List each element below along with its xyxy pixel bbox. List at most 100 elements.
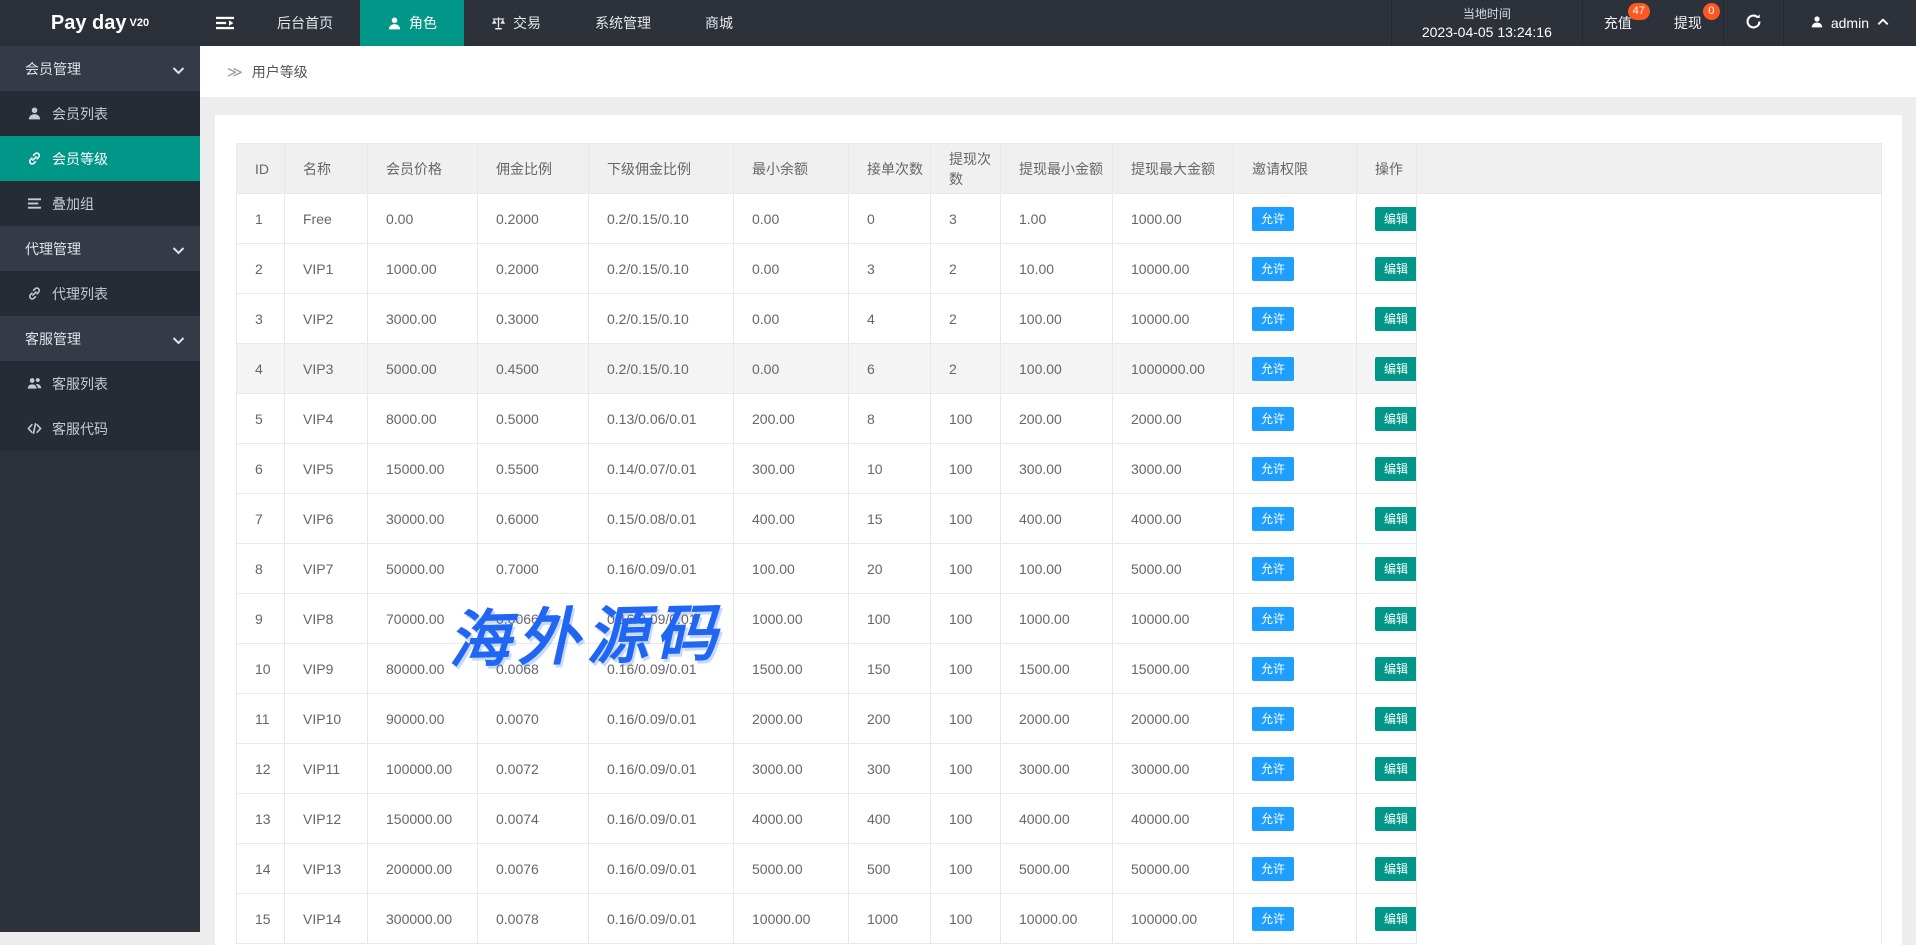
- cell-order-count: 4: [849, 294, 931, 344]
- allow-button[interactable]: 允许: [1252, 657, 1294, 681]
- cell-filler: [1417, 494, 1882, 544]
- cell-filler: [1417, 594, 1882, 644]
- cell-name: Free: [285, 194, 368, 244]
- sidebar-item-6[interactable]: 代理列表: [0, 271, 200, 316]
- cell-withdraw-max: 10000.00: [1113, 294, 1234, 344]
- edit-button[interactable]: 编辑: [1375, 257, 1417, 281]
- column-header-order-count: 接单次数: [849, 144, 931, 194]
- breadcrumb-chevron-icon: ≫: [227, 63, 243, 81]
- allow-button[interactable]: 允许: [1252, 807, 1294, 831]
- recharge-button[interactable]: 充值 47: [1583, 0, 1653, 46]
- menu-item-5[interactable]: 商城: [678, 0, 760, 46]
- edit-button[interactable]: 编辑: [1375, 357, 1417, 381]
- edit-button[interactable]: 编辑: [1375, 857, 1417, 881]
- sidebar-item-8[interactable]: 客服列表: [0, 361, 200, 406]
- cell-withdraw-max: 10000.00: [1113, 244, 1234, 294]
- sidebar-item-label: 叠加组: [52, 194, 94, 214]
- app-version: V20: [130, 17, 150, 29]
- cell-withdraw-max: 1000000.00: [1113, 344, 1234, 394]
- allow-button[interactable]: 允许: [1252, 857, 1294, 881]
- cell-withdraw-max: 40000.00: [1113, 794, 1234, 844]
- edit-button[interactable]: 编辑: [1375, 657, 1417, 681]
- sidebar-item-label: 客服代码: [52, 419, 108, 439]
- withdraw-button[interactable]: 提现 0: [1653, 0, 1723, 46]
- sidebar-item-label: 会员列表: [52, 104, 108, 124]
- edit-button[interactable]: 编辑: [1375, 807, 1417, 831]
- column-header-invite: 邀请权限: [1234, 144, 1357, 194]
- menu-item-1[interactable]: 后台首页: [250, 0, 360, 46]
- allow-button[interactable]: 允许: [1252, 307, 1294, 331]
- edit-button[interactable]: 编辑: [1375, 457, 1417, 481]
- cell-id: 9: [237, 594, 285, 644]
- cell-order-count: 0: [849, 194, 931, 244]
- cell-action: 编辑: [1357, 444, 1417, 494]
- edit-button[interactable]: 编辑: [1375, 557, 1417, 581]
- sidebar-item-2[interactable]: 会员列表: [0, 91, 200, 136]
- cell-name: VIP5: [285, 444, 368, 494]
- list-icon: [27, 196, 42, 211]
- sidebar-item-9[interactable]: 客服代码: [0, 406, 200, 451]
- edit-button[interactable]: 编辑: [1375, 907, 1417, 931]
- cell-withdraw-max: 3000.00: [1113, 444, 1234, 494]
- cell-withdraw-count: 100: [931, 694, 1001, 744]
- cell-id: 4: [237, 344, 285, 394]
- allow-button[interactable]: 允许: [1252, 707, 1294, 731]
- sidebar-item-7[interactable]: 客服管理: [0, 316, 200, 361]
- cell-filler: [1417, 644, 1882, 694]
- sidebar-item-label: 客服列表: [52, 374, 108, 394]
- cell-price: 5000.00: [368, 344, 478, 394]
- menu-item-4[interactable]: 系统管理: [568, 0, 678, 46]
- sidebar-item-3[interactable]: 会员等级: [0, 136, 200, 181]
- edit-button[interactable]: 编辑: [1375, 707, 1417, 731]
- cell-commission: 0.0066: [478, 594, 589, 644]
- withdraw-badge: 0: [1703, 3, 1720, 20]
- allow-button[interactable]: 允许: [1252, 357, 1294, 381]
- user-menu[interactable]: admin: [1783, 0, 1916, 46]
- collapse-menu-icon[interactable]: [200, 0, 250, 46]
- allow-button[interactable]: 允许: [1252, 557, 1294, 581]
- cell-name: VIP6: [285, 494, 368, 544]
- edit-button[interactable]: 编辑: [1375, 607, 1417, 631]
- sidebar-item-1[interactable]: 会员管理: [0, 46, 200, 91]
- allow-button[interactable]: 允许: [1252, 907, 1294, 931]
- user-level-table: ID名称会员价格佣金比例下级佣金比例最小余额接单次数提现次数提现最小金额提现最大…: [236, 143, 1882, 944]
- allow-button[interactable]: 允许: [1252, 257, 1294, 281]
- allow-button[interactable]: 允许: [1252, 757, 1294, 781]
- cell-id: 10: [237, 644, 285, 694]
- cell-withdraw-max: 15000.00: [1113, 644, 1234, 694]
- cell-commission: 0.0078: [478, 894, 589, 944]
- edit-button[interactable]: 编辑: [1375, 407, 1417, 431]
- allow-button[interactable]: 允许: [1252, 457, 1294, 481]
- edit-button[interactable]: 编辑: [1375, 307, 1417, 331]
- allow-button[interactable]: 允许: [1252, 207, 1294, 231]
- table-row: 6VIP515000.000.55000.14/0.07/0.01300.001…: [237, 444, 1882, 494]
- edit-button[interactable]: 编辑: [1375, 757, 1417, 781]
- cell-name: VIP10: [285, 694, 368, 744]
- menu-item-3[interactable]: 交易: [464, 0, 568, 46]
- cell-action: 编辑: [1357, 394, 1417, 444]
- top-bar: Pay day V20 后台首页角色交易系统管理商城 当地时间 2023-04-…: [0, 0, 1916, 46]
- refresh-button[interactable]: [1723, 0, 1783, 46]
- cell-name: VIP2: [285, 294, 368, 344]
- edit-button[interactable]: 编辑: [1375, 507, 1417, 531]
- chevron-down-icon: [171, 243, 183, 255]
- cell-min-balance: 0.00: [734, 294, 849, 344]
- sidebar: 会员管理会员列表会员等级叠加组代理管理代理列表客服管理客服列表客服代码: [0, 46, 200, 932]
- allow-button[interactable]: 允许: [1252, 407, 1294, 431]
- sidebar-item-label: 客服管理: [25, 329, 81, 349]
- allow-button[interactable]: 允许: [1252, 507, 1294, 531]
- cell-price: 1000.00: [368, 244, 478, 294]
- cell-id: 8: [237, 544, 285, 594]
- allow-button[interactable]: 允许: [1252, 607, 1294, 631]
- top-menu: 后台首页角色交易系统管理商城: [250, 0, 760, 46]
- sidebar-item-5[interactable]: 代理管理: [0, 226, 200, 271]
- sidebar-item-4[interactable]: 叠加组: [0, 181, 200, 226]
- edit-button[interactable]: 编辑: [1375, 207, 1417, 231]
- link-icon: [27, 286, 42, 301]
- menu-item-2[interactable]: 角色: [360, 0, 464, 46]
- cell-invite: 允许: [1234, 594, 1357, 644]
- cell-withdraw-count: 100: [931, 594, 1001, 644]
- cell-action: 编辑: [1357, 744, 1417, 794]
- cell-min-balance: 10000.00: [734, 894, 849, 944]
- cell-order-count: 400: [849, 794, 931, 844]
